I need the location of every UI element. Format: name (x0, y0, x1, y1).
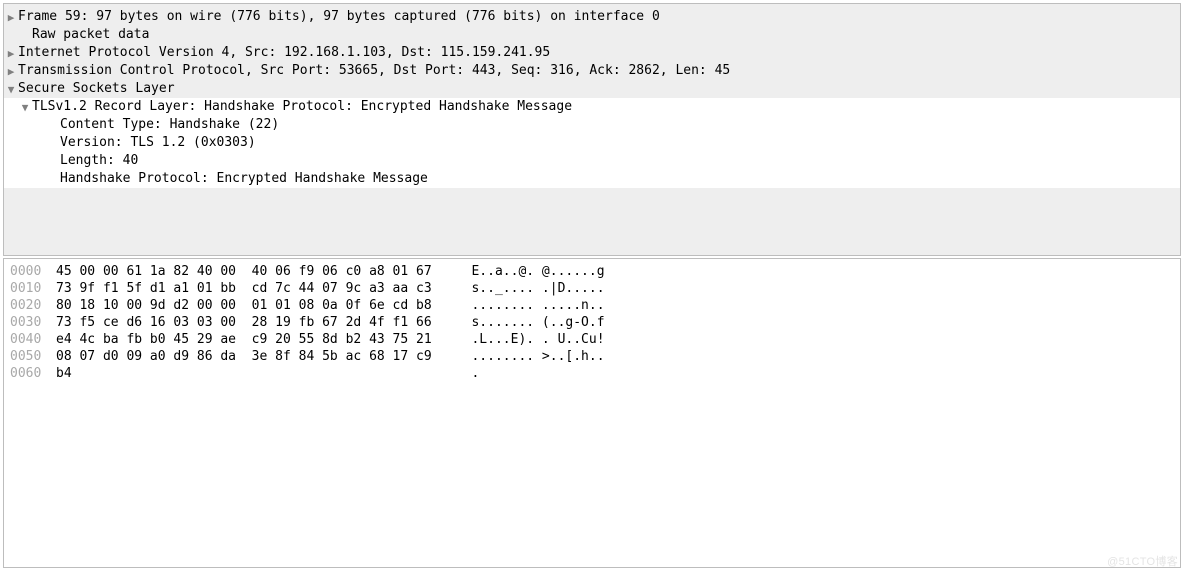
hex-bytes: 73 9f f1 5f d1 a1 01 bb cd 7c 44 07 9c a… (56, 280, 448, 297)
packet-details-panel[interactable]: ▶ Frame 59: 97 bytes on wire (776 bits),… (3, 3, 1181, 256)
tree-spacer (4, 170, 18, 188)
chevron-right-icon[interactable]: ▶ (4, 62, 18, 80)
chevron-down-icon[interactable]: ▼ (4, 80, 18, 98)
hex-bytes: 45 00 00 61 1a 82 40 00 40 06 f9 06 c0 a… (56, 263, 448, 280)
tree-label: Content Type: Handshake (22) (60, 116, 279, 133)
hex-offset: 0010 (10, 280, 56, 297)
hex-offset: 0020 (10, 297, 56, 314)
hex-offset: 0060 (10, 365, 56, 382)
hex-ascii: .L...E). . U..Cu! (448, 331, 605, 348)
hex-row[interactable]: 000045 00 00 61 1a 82 40 00 40 06 f9 06 … (10, 263, 1180, 280)
hex-ascii: s....... (..g-O.f (448, 314, 605, 331)
hex-dump: 000045 00 00 61 1a 82 40 00 40 06 f9 06 … (4, 259, 1180, 382)
tree-item-content-type[interactable]: Content Type: Handshake (22) (4, 116, 1180, 134)
tree-spacer (4, 134, 18, 152)
hex-offset: 0050 (10, 348, 56, 365)
tree-spacer (4, 26, 18, 44)
hex-ascii: ........ .....n.. (448, 297, 605, 314)
hex-offset: 0000 (10, 263, 56, 280)
hex-row[interactable]: 0060b4 . (10, 365, 1180, 382)
chevron-right-icon[interactable]: ▶ (4, 8, 18, 26)
hex-ascii: . (448, 365, 479, 382)
watermark-text: @51CTO博客 (1107, 553, 1178, 569)
tree-label: Handshake Protocol: Encrypted Handshake … (60, 170, 428, 187)
hex-row[interactable]: 001073 9f f1 5f d1 a1 01 bb cd 7c 44 07 … (10, 280, 1180, 297)
tree-item-tls-record[interactable]: ▼ TLSv1.2 Record Layer: Handshake Protoc… (4, 98, 1180, 116)
tree-item-ip[interactable]: ▶ Internet Protocol Version 4, Src: 192.… (4, 44, 1180, 62)
hex-bytes: 73 f5 ce d6 16 03 03 00 28 19 fb 67 2d 4… (56, 314, 448, 331)
tree-spacer (4, 116, 18, 134)
hex-row[interactable]: 005008 07 d0 09 a0 d9 86 da 3e 8f 84 5b … (10, 348, 1180, 365)
tree-spacer (4, 98, 18, 116)
tree-label: TLSv1.2 Record Layer: Handshake Protocol… (32, 98, 572, 115)
hex-bytes: b4 (56, 365, 448, 382)
tree-item-ssl[interactable]: ▼ Secure Sockets Layer (4, 80, 1180, 98)
tree-item-tcp[interactable]: ▶ Transmission Control Protocol, Src Por… (4, 62, 1180, 80)
hex-offset: 0040 (10, 331, 56, 348)
hex-offset: 0030 (10, 314, 56, 331)
tree-label: Transmission Control Protocol, Src Port:… (18, 62, 730, 79)
hex-ascii: E..a..@. @......g (448, 263, 605, 280)
tree-label: Version: TLS 1.2 (0x0303) (60, 134, 256, 151)
tree-label: Internet Protocol Version 4, Src: 192.16… (18, 44, 550, 61)
hex-bytes: 80 18 10 00 9d d2 00 00 01 01 08 0a 0f 6… (56, 297, 448, 314)
hex-row[interactable]: 0040e4 4c ba fb b0 45 29 ae c9 20 55 8d … (10, 331, 1180, 348)
packet-bytes-panel[interactable]: 000045 00 00 61 1a 82 40 00 40 06 f9 06 … (3, 258, 1181, 568)
chevron-down-icon[interactable]: ▼ (18, 98, 32, 116)
hex-row[interactable]: 003073 f5 ce d6 16 03 03 00 28 19 fb 67 … (10, 314, 1180, 331)
tree-item-version[interactable]: Version: TLS 1.2 (0x0303) (4, 134, 1180, 152)
hex-ascii: s.._.... .|D..... (448, 280, 605, 297)
hex-bytes: 08 07 d0 09 a0 d9 86 da 3e 8f 84 5b ac 6… (56, 348, 448, 365)
tree-label: Frame 59: 97 bytes on wire (776 bits), 9… (18, 8, 660, 25)
tree-label: Secure Sockets Layer (18, 80, 175, 97)
tree-label: Raw packet data (32, 26, 149, 43)
hex-ascii: ........ >..[.h.. (448, 348, 605, 365)
hex-row[interactable]: 002080 18 10 00 9d d2 00 00 01 01 08 0a … (10, 297, 1180, 314)
tree-item-frame[interactable]: ▶ Frame 59: 97 bytes on wire (776 bits),… (4, 8, 1180, 26)
tree-item-raw[interactable]: Raw packet data (4, 26, 1180, 44)
tree-label: Length: 40 (60, 152, 138, 169)
chevron-right-icon[interactable]: ▶ (4, 44, 18, 62)
tree-spacer (4, 152, 18, 170)
tree-item-handshake-protocol[interactable]: Handshake Protocol: Encrypted Handshake … (4, 170, 1180, 188)
tree-item-length[interactable]: Length: 40 (4, 152, 1180, 170)
hex-bytes: e4 4c ba fb b0 45 29 ae c9 20 55 8d b2 4… (56, 331, 448, 348)
protocol-tree: ▶ Frame 59: 97 bytes on wire (776 bits),… (4, 4, 1180, 188)
